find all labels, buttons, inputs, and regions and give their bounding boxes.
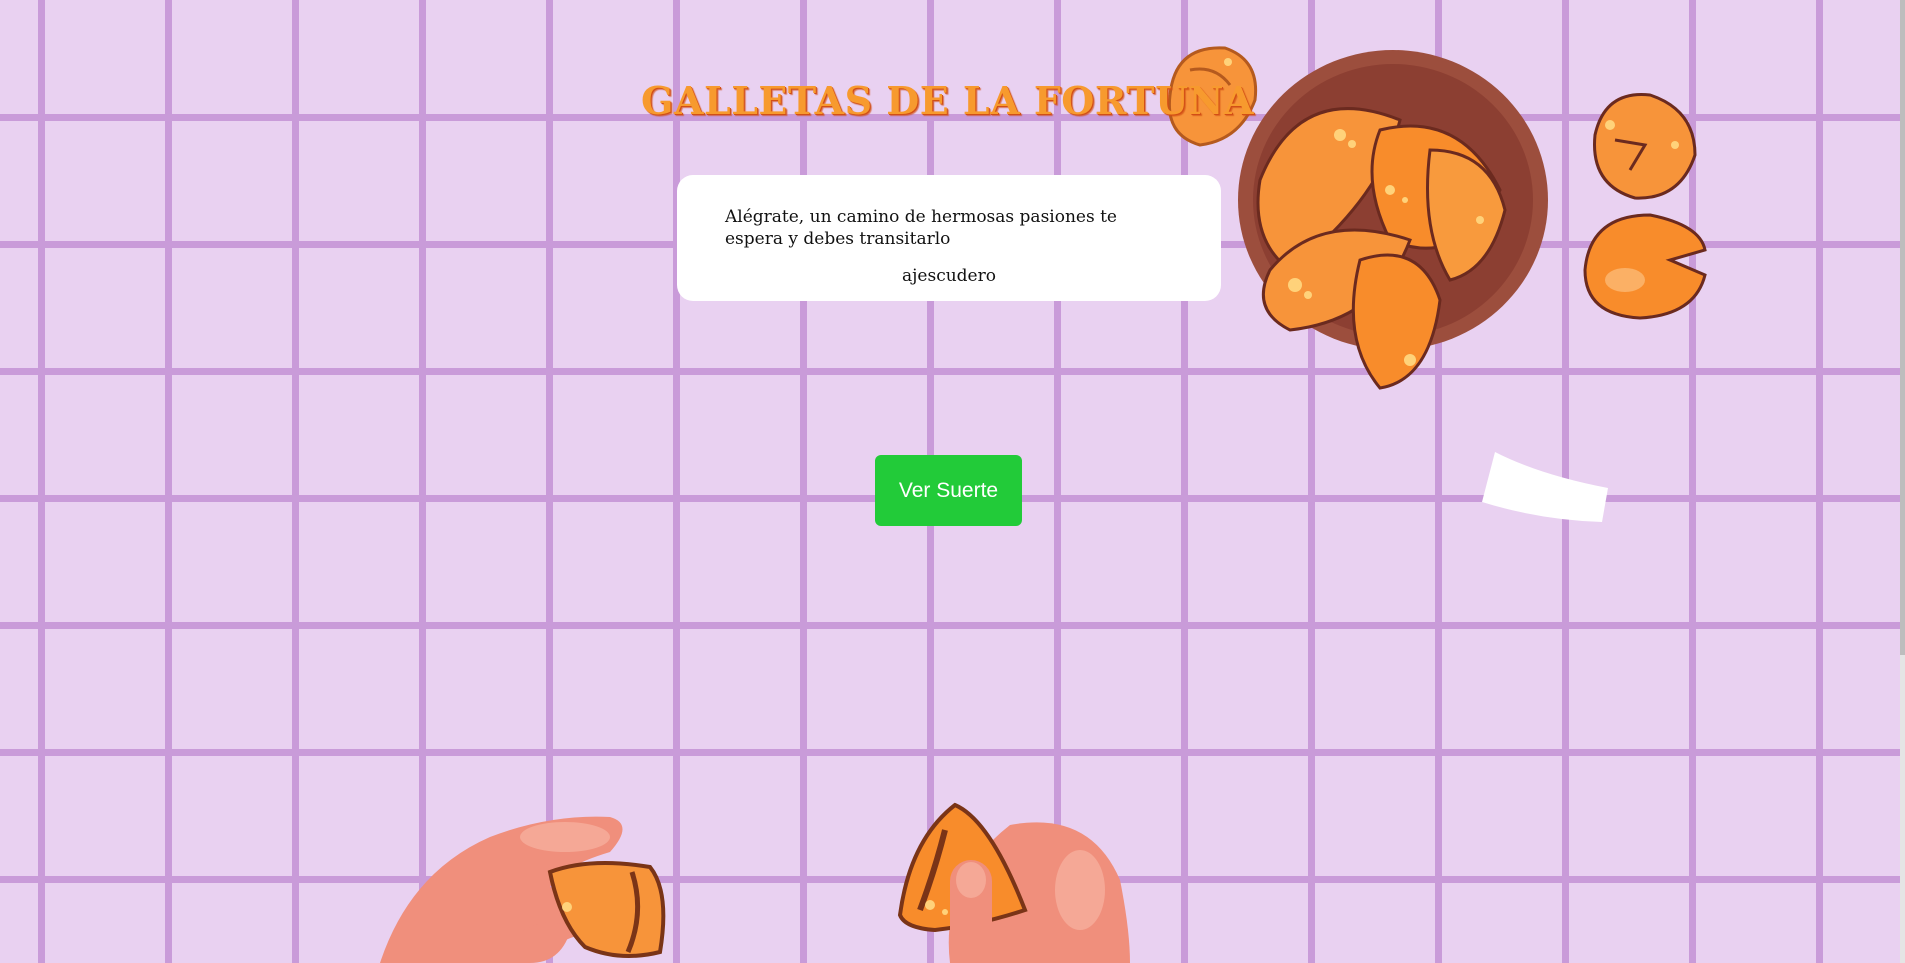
hand-with-cookie-image [380,816,666,963]
page-title: GALLETAS DE LA FORTUNA [641,78,1254,123]
hand-with-cookie-image [897,802,1130,963]
ver-suerte-button[interactable]: Ver Suerte [875,455,1022,526]
fortune-cookie-image [1583,213,1707,320]
fortune-author: ajescudero [902,266,996,286]
fortune-message: Alégrate, un camino de hermosas pasiones… [725,207,1117,249]
scrollbar-thumb[interactable] [1900,0,1905,655]
fortune-paper-image [1482,452,1608,522]
fortune-card: Alégrate, un camino de hermosas pasiones… [677,175,1221,301]
